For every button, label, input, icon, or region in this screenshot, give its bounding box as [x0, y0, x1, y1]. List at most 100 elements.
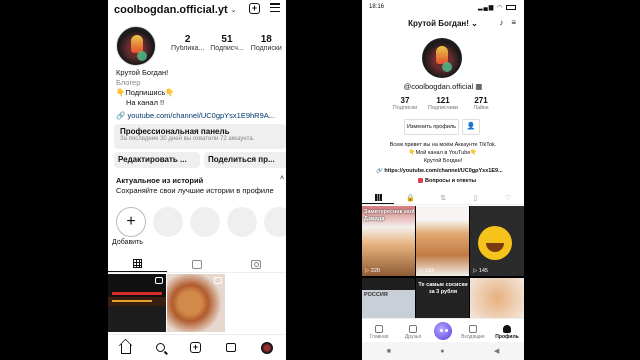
profile-icon — [503, 325, 511, 333]
status-icons: ▂▄▆ ◠ — [478, 4, 516, 11]
chevron-up-icon[interactable]: ˄ — [280, 175, 284, 182]
highlights-row: + — [116, 207, 286, 237]
bottom-nav: + — [108, 334, 286, 360]
tab-posts[interactable] — [108, 256, 168, 272]
stat-label: Подписки — [250, 45, 282, 52]
stat-following[interactable]: 37 Подписки — [386, 96, 424, 111]
stat-followers[interactable]: 121 Подписчики — [424, 96, 462, 111]
reel-badge-icon — [214, 277, 222, 284]
tab-videos[interactable] — [362, 191, 395, 204]
view-count: ▷ 220 — [365, 268, 380, 274]
qa-link[interactable]: Вопросы и ответы — [418, 178, 476, 184]
back-icon[interactable]: ◀ — [494, 347, 499, 355]
create-avatar-button[interactable] — [433, 321, 453, 341]
stat-likes[interactable]: 271 Лайки — [462, 96, 500, 111]
video-thumbnail[interactable]: Те самые сосиски за 3 рубля — [416, 278, 469, 318]
instagram-header: coolbogdan.official.yt ⌄ + — [114, 3, 284, 17]
status-bar: 18:16 ▂▄▆ ◠ — [362, 3, 524, 13]
video-thumbnail[interactable]: Замятересник мой Дэвида ▷ 220 — [362, 206, 415, 276]
instagram-username[interactable]: coolbogdan.official.yt — [114, 4, 228, 16]
tab-private[interactable]: 🔒 — [394, 191, 426, 204]
tab-favorites[interactable]: ▯ — [459, 191, 491, 204]
view-count-value: 143 — [424, 268, 434, 274]
home-button-icon[interactable]: ● — [440, 348, 444, 355]
tab-tagged[interactable] — [227, 256, 286, 272]
view-count-value: 145 — [478, 268, 488, 274]
search-icon[interactable] — [155, 343, 165, 352]
create-post-icon[interactable]: + — [249, 3, 260, 14]
video-thumbnail[interactable]: РОССИЯ — [362, 278, 415, 318]
home-icon[interactable] — [120, 344, 131, 354]
create-icon[interactable]: + — [189, 342, 201, 353]
system-nav-bar: ■ ● ◀ — [362, 342, 524, 360]
inbox-icon — [469, 325, 477, 333]
avatar[interactable] — [116, 26, 156, 66]
video-thumbnail[interactable] — [470, 278, 524, 318]
tiktok-profile-screen: 18:16 ▂▄▆ ◠ Крутой Богдан! ⌄ ♪ ≡ @coolbo… — [362, 0, 524, 360]
bio-link[interactable]: 🔗 youtube.com/channel/UC0gpYsx1E9hR9A... — [116, 111, 286, 120]
post-thumbnail[interactable] — [167, 274, 225, 332]
profile-tabs — [108, 256, 286, 273]
bio-link[interactable]: 🔗 https://youtube.com/channel/UC0gpYsx1E… — [376, 168, 516, 174]
nav-label: Профиль — [495, 334, 519, 340]
post-thumbnail[interactable] — [108, 274, 166, 332]
heart-icon: ♡ — [504, 194, 511, 202]
menu-icon[interactable]: ≡ — [511, 18, 516, 27]
laughing-emoji-icon — [478, 226, 512, 260]
profile-stats: 2 Публика... 51 Подписч... 18 Подписки — [168, 34, 286, 52]
view-count-value: 220 — [370, 268, 380, 274]
qr-code-icon[interactable]: ▦ — [475, 82, 482, 91]
profile-avatar-icon[interactable] — [261, 341, 274, 354]
profile-bio: Всем привет вы на моём Аккаунте TikTok. … — [362, 141, 524, 165]
video-thumbnail[interactable]: ▷ 143 — [416, 206, 469, 276]
nav-friends[interactable]: Друзья — [399, 325, 427, 340]
edit-profile-button[interactable]: Редактировать ... — [114, 152, 200, 168]
stat-posts[interactable]: 2 Публика... — [168, 34, 207, 52]
add-friend-button[interactable]: 👤 — [462, 119, 480, 135]
profile-bio: Крутой Богдан! Блогер 👇Подпишись👇 На кан… — [116, 68, 284, 108]
avatar[interactable] — [422, 38, 462, 78]
bio-link-text[interactable]: https://youtube.com/channel/UC0gpYsx1E9.… — [384, 168, 502, 174]
bio-line: Крутой Богдан! — [423, 158, 463, 164]
video-thumbnail[interactable]: ▷ 145 — [470, 206, 524, 276]
nav-inbox[interactable]: Входящие — [459, 325, 487, 340]
edit-profile-button[interactable]: Изменить профиль — [404, 119, 459, 135]
pro-dashboard-title: Профессиональная панель — [120, 127, 230, 136]
stat-followers[interactable]: 51 Подписч... — [207, 34, 246, 52]
tab-reposts[interactable]: ⇅ — [427, 191, 459, 204]
stat-label: Лайки — [473, 105, 489, 111]
stat-count: 121 — [436, 96, 450, 105]
profile-category: Блогер — [116, 78, 141, 87]
qa-label: Вопросы и ответы — [425, 178, 477, 184]
profile-stats: 37 Подписки 121 Подписчики 271 Лайки — [386, 96, 500, 111]
qa-icon — [418, 178, 423, 184]
highlight-placeholder — [264, 207, 286, 237]
stat-count: 51 — [221, 34, 233, 45]
bookmark-icon: ▯ — [473, 194, 478, 202]
nav-profile[interactable]: Профиль — [493, 325, 521, 340]
reels-icon[interactable] — [226, 343, 237, 352]
share-profile-button[interactable]: Поделиться пр... — [204, 152, 286, 168]
bio-link-text[interactable]: youtube.com/channel/UC0gpYsx1E9hR9A... — [127, 111, 275, 120]
bio-line: На канал !! — [126, 98, 165, 107]
tab-reels[interactable] — [167, 256, 226, 272]
tab-liked[interactable]: ♡ — [492, 191, 524, 204]
chevron-down-icon[interactable]: ⌄ — [231, 6, 237, 14]
nav-home[interactable]: Главная — [365, 325, 393, 340]
stat-label: Подписки — [392, 105, 418, 111]
professional-dashboard[interactable]: Профессиональная панель За последние 30 … — [114, 124, 286, 149]
stat-count: 37 — [400, 96, 410, 105]
stat-following[interactable]: 18 Подписки — [247, 34, 286, 52]
stat-label: Публика... — [171, 45, 205, 52]
pro-dashboard-subtitle: За последние 30 дней вы охватили 72 акка… — [120, 136, 255, 142]
recent-apps-icon[interactable]: ■ — [387, 348, 391, 355]
add-friend-icon: 👤 — [466, 123, 476, 130]
menu-icon[interactable] — [270, 3, 280, 12]
creator-tools-icon[interactable]: ♪ — [499, 18, 503, 27]
stat-label: Подписч... — [210, 45, 244, 52]
bio-line: 👇Подпишись👇 — [116, 88, 175, 97]
stat-label: Подписчики — [427, 105, 459, 111]
repost-icon: ⇅ — [440, 194, 446, 202]
stat-count: 271 — [474, 96, 488, 105]
add-highlight-button[interactable]: + — [116, 207, 146, 237]
